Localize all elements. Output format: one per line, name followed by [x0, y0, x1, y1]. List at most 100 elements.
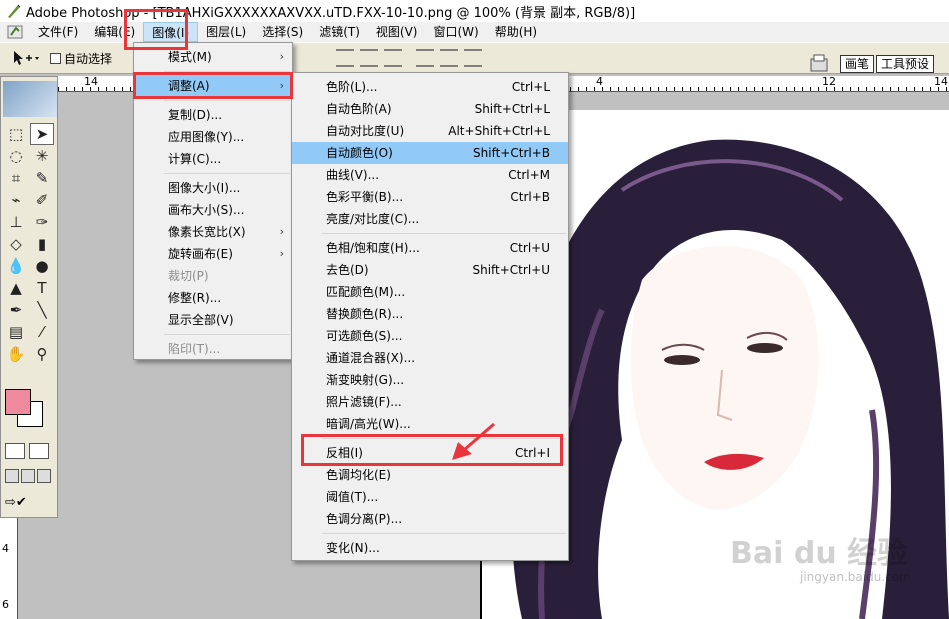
adjust-item-auto-contrast[interactable]: 自动对比度(U) Alt+Shift+Ctrl+L [292, 120, 568, 142]
image-menu-item-trim[interactable]: 修整(R)... [134, 287, 292, 309]
align-vcenter-icon[interactable] [360, 49, 378, 67]
magic-wand-tool-icon[interactable]: ✳ [30, 145, 54, 167]
menu-layer[interactable]: 图层(L) [198, 22, 254, 42]
menu-filter[interactable]: 滤镜(T) [311, 22, 368, 42]
dodge-tool-icon[interactable]: ● [30, 255, 54, 277]
toolbox: ⬚ ➤ ◌ ✳ ⌗ ✎ ⌁ ✐ ⊥ ✑ ◇ ▮ 💧 ● ▲ T ✒ ╲ ▤ ⁄ … [0, 76, 58, 518]
distribute-vcenter-icon[interactable] [440, 49, 458, 67]
full-screen-mode-button[interactable] [37, 469, 51, 483]
image-menu-item-adjustments[interactable]: 调整(A) › [134, 75, 292, 97]
gradient-tool-icon[interactable]: ▮ [30, 233, 54, 255]
menu-image[interactable]: 图像(I) [143, 22, 199, 42]
image-menu-item-rotate-canvas[interactable]: 旋转画布(E) › [134, 243, 292, 265]
menu-item-label: 修整(R)... [168, 291, 222, 305]
brush-tool-icon[interactable]: ✐ [30, 189, 54, 211]
palette-well: 画笔 工具预设 [808, 47, 949, 73]
adjust-item-posterize[interactable]: 色调分离(P)... [292, 508, 568, 530]
adjust-item-brightness-contrast[interactable]: 亮度/对比度(C)... [292, 208, 568, 230]
adjust-item-auto-color[interactable]: 自动颜色(O) Shift+Ctrl+B [292, 142, 568, 164]
adjust-item-curves[interactable]: 曲线(V)... Ctrl+M [292, 164, 568, 186]
adjust-item-hue-saturation[interactable]: 色相/饱和度(H)... Ctrl+U [292, 237, 568, 259]
distribute-top-icon[interactable] [416, 49, 434, 67]
image-menu-item-duplicate[interactable]: 复制(D)... [134, 104, 292, 126]
menu-item-label: 旋转画布(E) [168, 247, 233, 261]
adjust-item-equalize[interactable]: 色调均化(E) [292, 464, 568, 486]
menu-select[interactable]: 选择(S) [254, 22, 311, 42]
adjust-item-channel-mixer[interactable]: 通道混合器(X)... [292, 347, 568, 369]
eraser-tool-icon[interactable]: ◇ [4, 233, 28, 255]
menu-help[interactable]: 帮助(H) [487, 22, 545, 42]
clone-stamp-tool-icon[interactable]: ⊥ [4, 211, 28, 233]
menu-edit[interactable]: 编辑(E) [86, 22, 143, 42]
adjust-item-replace-color[interactable]: 替换颜色(R)... [292, 303, 568, 325]
adjust-item-color-balance[interactable]: 色彩平衡(B)... Ctrl+B [292, 186, 568, 208]
adjust-item-photo-filter[interactable]: 照片滤镜(F)... [292, 391, 568, 413]
toolbox-header-feather-icon[interactable] [3, 81, 57, 117]
crop-tool-icon[interactable]: ⌗ [4, 167, 28, 189]
adjust-item-selective-color[interactable]: 可选颜色(S)... [292, 325, 568, 347]
menu-window[interactable]: 窗口(W) [425, 22, 486, 42]
adjust-item-match-color[interactable]: 匹配颜色(M)... [292, 281, 568, 303]
marquee-tool-icon[interactable]: ⬚ [4, 123, 28, 145]
lasso-tool-icon[interactable]: ◌ [4, 145, 28, 167]
adjust-item-shadow-highlight[interactable]: 暗调/高光(W)... [292, 413, 568, 435]
pen-tool-icon[interactable]: ✒ [4, 299, 28, 321]
menu-item-label: 色彩平衡(B)... [326, 190, 404, 204]
adjust-item-variations[interactable]: 变化(N)... [292, 537, 568, 559]
image-menu-item-reveal-all[interactable]: 显示全部(V) [134, 309, 292, 331]
distribute-bottom-icon[interactable] [464, 49, 482, 67]
menu-view[interactable]: 视图(V) [368, 22, 426, 42]
adjust-item-desaturate[interactable]: 去色(D) Shift+Ctrl+U [292, 259, 568, 281]
blur-tool-icon[interactable]: 💧 [4, 255, 28, 277]
standard-mode-button[interactable] [5, 443, 25, 459]
full-screen-menu-mode-button[interactable] [21, 469, 35, 483]
image-menu-item-calculations[interactable]: 计算(C)... [134, 148, 292, 170]
tool-preset-picker[interactable] [10, 46, 50, 70]
path-selection-tool-icon[interactable]: ▲ [4, 277, 28, 299]
palette-tab-tool-presets[interactable]: 工具预设 [876, 55, 935, 73]
quick-mask-mode-button[interactable] [29, 443, 49, 459]
standard-screen-mode-button[interactable] [5, 469, 19, 483]
foreground-color-swatch[interactable] [5, 389, 31, 415]
menu-item-shortcut: Shift+Ctrl+B [473, 146, 550, 160]
align-bottom-icon[interactable] [384, 49, 402, 67]
adjust-item-invert[interactable]: 反相(I) Ctrl+I [292, 442, 568, 464]
history-brush-tool-icon[interactable]: ✑ [30, 211, 54, 233]
notes-tool-icon[interactable]: ▤ [4, 321, 28, 343]
menu-item-label: 亮度/对比度(C)... [326, 212, 420, 226]
image-menu-item-canvas-size[interactable]: 画布大小(S)... [134, 199, 292, 221]
quick-mask-buttons [5, 443, 49, 459]
menu-item-label: 复制(D)... [168, 108, 223, 122]
adjust-item-threshold[interactable]: 阈值(T)... [292, 486, 568, 508]
slice-tool-icon[interactable]: ✎ [30, 167, 54, 189]
jump-to-imageready-icon[interactable]: ⇨✔ [5, 495, 45, 513]
window-title: Adobe Photoshop - [TB1AHXiGXXXXXXAXVXX.u… [26, 5, 636, 21]
adjust-item-levels[interactable]: 色阶(L)... Ctrl+L [292, 76, 568, 98]
healing-brush-tool-icon[interactable]: ⌁ [4, 189, 28, 211]
image-menu-item-pixel-aspect-ratio[interactable]: 像素长宽比(X) › [134, 221, 292, 243]
hand-tool-icon[interactable]: ✋ [4, 343, 28, 365]
menu-item-label: 图像大小(I)... [168, 181, 241, 195]
menu-separator [164, 334, 290, 335]
zoom-tool-icon[interactable]: ⚲ [30, 343, 54, 365]
menu-item-label: 照片滤镜(F)... [326, 395, 402, 409]
image-menu-item-mode[interactable]: 模式(M) › [134, 46, 292, 68]
align-top-icon[interactable] [336, 49, 354, 67]
move-tool-icon[interactable]: ➤ [30, 123, 54, 145]
eyedropper-tool-icon[interactable]: ⁄ [30, 321, 54, 343]
palette-tab-brushes[interactable]: 画笔 [840, 55, 875, 73]
menu-item-label: 调整(A) [168, 79, 210, 93]
adjust-item-auto-levels[interactable]: 自动色阶(A) Shift+Ctrl+L [292, 98, 568, 120]
type-tool-icon[interactable]: T [30, 277, 54, 299]
watermark-url: jingyan.baidu.com [800, 570, 911, 584]
adjust-item-gradient-map[interactable]: 渐变映射(G)... [292, 369, 568, 391]
auto-select-checkbox[interactable]: 自动选择 [50, 50, 112, 67]
line-tool-icon[interactable]: ╲ [30, 299, 54, 321]
watermark-brand: Bai du 经验 [730, 536, 908, 571]
auto-select-check-box[interactable] [50, 52, 61, 64]
image-menu-item-apply-image[interactable]: 应用图像(Y)... [134, 126, 292, 148]
image-menu-item-image-size[interactable]: 图像大小(I)... [134, 177, 292, 199]
app-menu-icon[interactable] [6, 23, 28, 41]
file-browser-icon[interactable] [808, 53, 830, 73]
menu-file[interactable]: 文件(F) [30, 22, 86, 42]
